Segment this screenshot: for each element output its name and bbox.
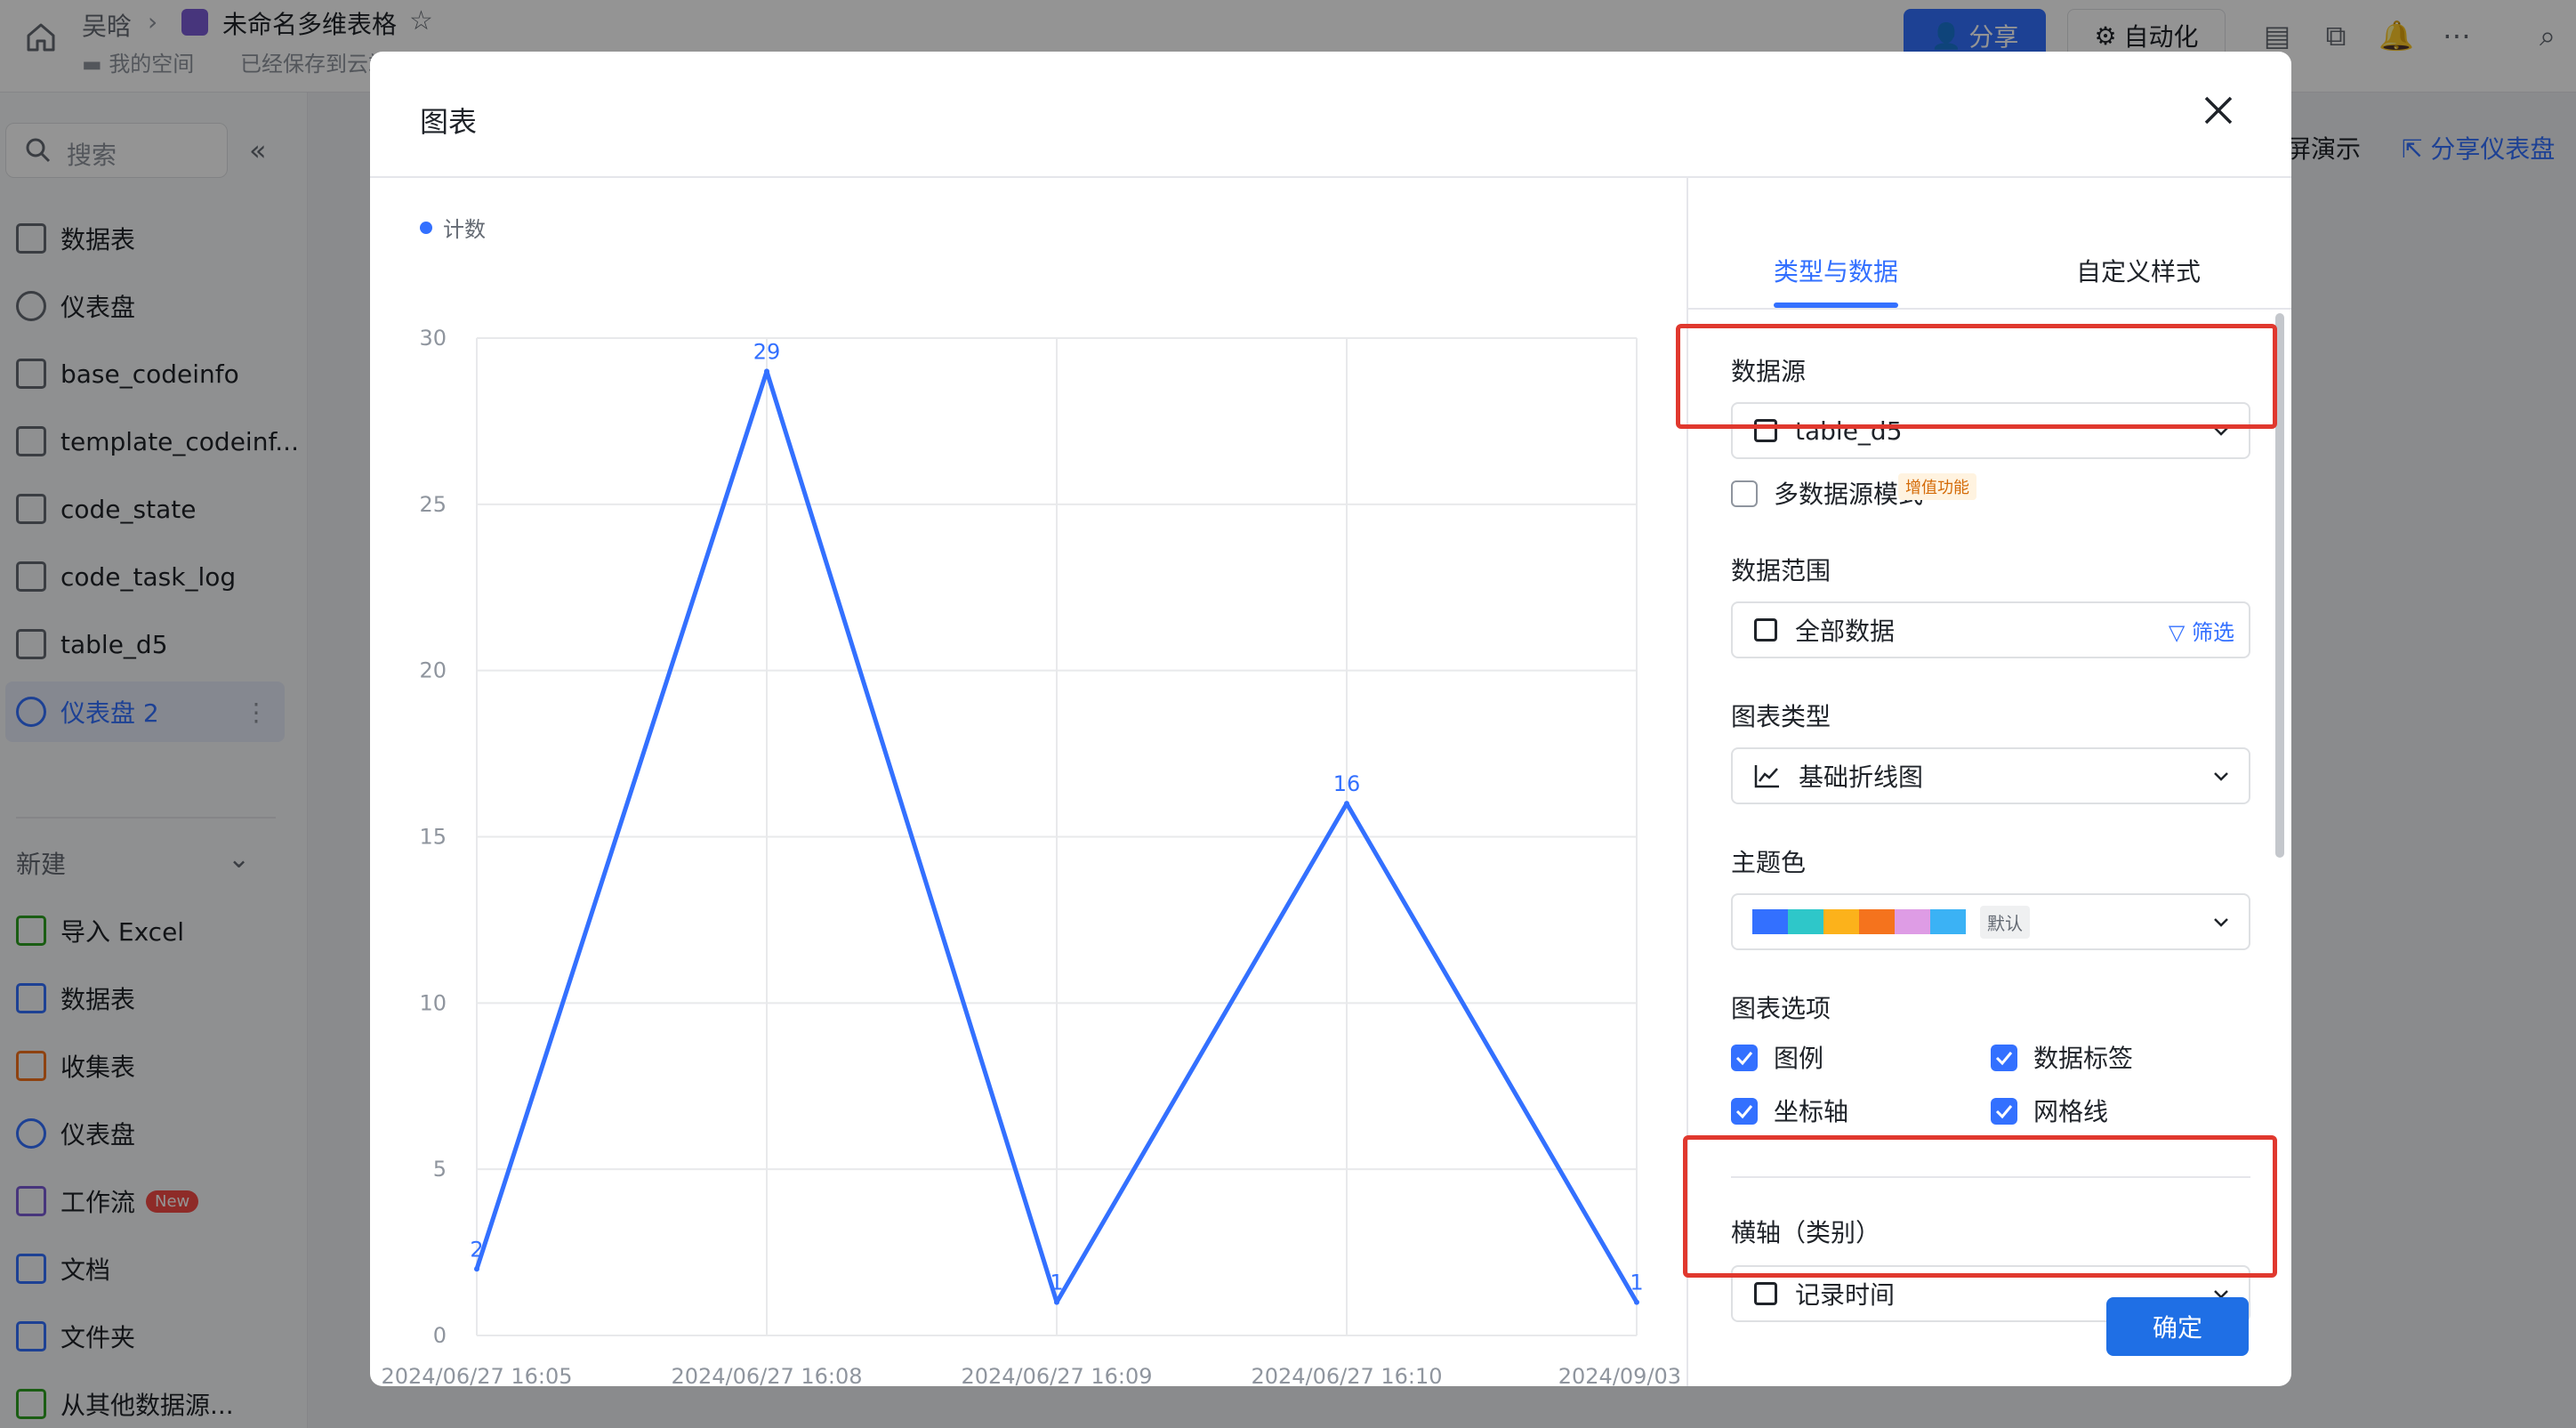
close-icon[interactable]	[2197, 89, 2240, 132]
data-labels-checkbox[interactable]	[1991, 1045, 2017, 1071]
y-tick-label: 30	[419, 326, 447, 351]
theme-swatches	[1752, 909, 1966, 934]
y-tick-label: 15	[419, 825, 447, 850]
confirm-button[interactable]: 确定	[2106, 1297, 2249, 1356]
divider	[1688, 308, 2291, 310]
theme-default-tag: 默认	[1980, 905, 2030, 939]
data-label: 1	[1050, 1271, 1063, 1295]
x-tick-label: 2024/06/27 16:10	[1251, 1364, 1442, 1386]
y-tick-label: 25	[419, 492, 447, 517]
premium-tag: 增值功能	[1898, 473, 1976, 500]
multi-source-checkbox[interactable]	[1731, 480, 1758, 507]
data-point	[1344, 801, 1349, 807]
gridlines-checkbox[interactable]	[1991, 1098, 2017, 1125]
check-icon	[1735, 1105, 1753, 1119]
line-chart: 0 5 10 15 20 25 30 2024/06/27 16:05 2024/06/27 1…	[381, 326, 1686, 1386]
data-point	[764, 368, 769, 375]
check-icon	[1995, 1105, 2013, 1119]
highlight-datasource	[1676, 324, 2277, 429]
data-label: 16	[1333, 771, 1361, 796]
chevron-down-icon	[2214, 772, 2228, 781]
theme-color-swatch	[1823, 909, 1859, 934]
data-labels-option-label: 数据标签	[2033, 1044, 2134, 1073]
theme-label: 主题色	[1731, 848, 1807, 877]
data-point	[1634, 1299, 1639, 1305]
y-tick-label: 10	[419, 990, 447, 1015]
y-tick-label: 20	[419, 658, 447, 683]
chevron-down-icon	[2214, 918, 2228, 927]
theme-color-swatch	[1752, 909, 1788, 934]
x-tick-label: 2024/06/27 16:08	[671, 1364, 862, 1386]
x-tick-label: 2024/06/27 16:09	[961, 1364, 1152, 1386]
xaxis-value: 记录时间	[1795, 1280, 1896, 1310]
check-icon	[1735, 1052, 1753, 1066]
axis-checkbox[interactable]	[1731, 1098, 1758, 1125]
axis-option-label: 坐标轴	[1774, 1097, 1849, 1126]
data-label: 1	[1630, 1271, 1643, 1295]
x-tick-label: 2024/06/27 16:05	[381, 1364, 572, 1386]
chart-type-label: 图表类型	[1731, 702, 1831, 731]
chart-type-select[interactable]: 基础折线图	[1731, 747, 2250, 804]
table-icon	[1754, 618, 1777, 641]
data-point	[1054, 1299, 1059, 1305]
theme-color-swatch	[1930, 909, 1966, 934]
x-tick-label: 2024/09/03 14	[1558, 1364, 1686, 1386]
line-chart-icon	[1754, 765, 1779, 788]
modal-title: 图表	[420, 105, 478, 139]
data-label: 2	[470, 1237, 483, 1262]
range-select[interactable]: 全部数据 ▽ 筛选	[1731, 601, 2250, 658]
range-label: 数据范围	[1731, 556, 1831, 585]
chart-type-value: 基础折线图	[1799, 762, 1924, 792]
theme-color-swatch	[1788, 909, 1823, 934]
theme-color-swatch	[1859, 909, 1895, 934]
check-icon	[1995, 1052, 2013, 1066]
date-field-icon	[1754, 1282, 1777, 1305]
gridlines-option-label: 网格线	[2033, 1097, 2109, 1126]
chart-modal: 图表 计数 0 5 10 15 20 25 30 2024/06/27 16:05 2024/0…	[370, 52, 2291, 1386]
data-label: 29	[753, 339, 781, 364]
theme-color-swatch	[1895, 909, 1930, 934]
legend-checkbox[interactable]	[1731, 1045, 1758, 1071]
highlight-xaxis	[1683, 1135, 2277, 1278]
legend-option-label: 图例	[1774, 1044, 1824, 1073]
data-point	[474, 1266, 479, 1272]
filter-label: 筛选	[2192, 619, 2234, 645]
y-tick-label: 5	[433, 1157, 447, 1182]
tab-custom-style[interactable]: 自定义样式	[2076, 253, 2201, 288]
theme-select[interactable]: 默认	[1731, 893, 2250, 950]
range-value: 全部数据	[1795, 617, 1896, 646]
tab-type-and-data[interactable]: 类型与数据	[1774, 253, 1898, 288]
y-tick-label: 0	[433, 1323, 447, 1348]
filter-button[interactable]: ▽ 筛选	[2169, 615, 2234, 646]
chart-options-label: 图表选项	[1731, 994, 1831, 1023]
